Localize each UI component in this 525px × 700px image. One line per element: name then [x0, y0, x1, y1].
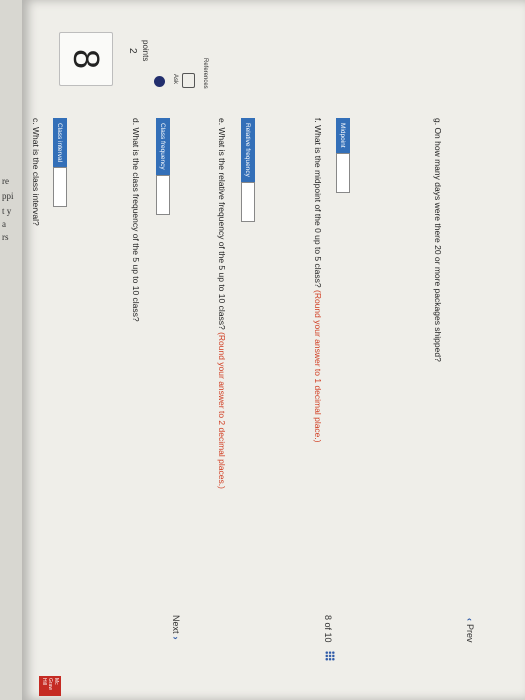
- chevron-right-icon: ›: [171, 636, 181, 640]
- question-d-text: d. What is the class frequency of the 5 …: [131, 118, 141, 322]
- prev-label: Prev: [465, 624, 475, 643]
- midpoint-input[interactable]: [336, 152, 350, 193]
- logo-line: Mc: [53, 678, 59, 685]
- publisher-logo: Mc Graw Hill: [39, 676, 61, 696]
- class-interval-label: Class interval: [53, 118, 67, 168]
- next-button[interactable]: Next ›: [171, 615, 181, 643]
- question-f-text: f. What is the midpoint of the 0 up to 5…: [313, 118, 323, 443]
- bg-fragment: re: [2, 176, 9, 186]
- ask-label[interactable]: Ask: [172, 74, 178, 84]
- references-label[interactable]: References: [202, 58, 208, 89]
- next-label: Next: [171, 615, 181, 634]
- question-number: 8: [66, 48, 107, 70]
- bg-fragment: rs: [2, 232, 9, 242]
- current-page: 8: [323, 615, 333, 621]
- class-frequency-input[interactable]: [156, 174, 170, 215]
- references-icon[interactable]: [182, 73, 195, 88]
- question-e-body: e. What is the relative frequency of the…: [217, 118, 227, 330]
- question-e-text: e. What is the relative frequency of the…: [217, 118, 227, 489]
- question-panel: 8 2 points Ask References c. What is the…: [22, 0, 525, 700]
- grid-icon[interactable]: [325, 651, 335, 662]
- background-window-strip: re ppi t y a rs: [0, 0, 22, 700]
- relative-frequency-label: Relative frequency: [241, 118, 255, 182]
- page-indicator: 8 of 10: [323, 615, 335, 662]
- question-f-hint: (Round your answer to 1 decimal place.): [313, 290, 323, 443]
- question-number-box: 8: [59, 32, 113, 86]
- ask-icon[interactable]: [154, 76, 165, 87]
- class-frequency-label: Class frequency: [156, 118, 170, 175]
- class-interval-field[interactable]: Class interval: [53, 118, 67, 208]
- page-total: of 10: [323, 622, 333, 643]
- class-frequency-field[interactable]: Class frequency: [156, 118, 170, 215]
- relative-frequency-input[interactable]: [241, 181, 255, 222]
- chevron-left-icon: ‹: [465, 618, 475, 621]
- relative-frequency-field[interactable]: Relative frequency: [241, 118, 255, 222]
- bg-fragment: a: [2, 219, 6, 229]
- question-c-text: c. What is the class interval?: [31, 118, 41, 226]
- browser-screen: 8 2 points Ask References c. What is the…: [22, 0, 525, 700]
- question-e-hint: (Round your answer to 2 decimal places.): [217, 332, 227, 489]
- bg-fragment: ppi: [2, 191, 14, 201]
- question-g-text: g. On how many days were there 20 or mor…: [433, 118, 443, 362]
- midpoint-label: Midpoint: [336, 118, 350, 153]
- prev-button[interactable]: ‹ Prev: [465, 615, 475, 643]
- points-value: 2: [127, 48, 138, 54]
- bg-fragment: t y: [2, 206, 12, 216]
- points-label: points: [141, 40, 150, 62]
- question-f-body: f. What is the midpoint of the 0 up to 5…: [313, 118, 323, 288]
- class-interval-input[interactable]: [53, 167, 67, 208]
- midpoint-field[interactable]: Midpoint: [336, 118, 350, 193]
- logo-line: Graw: [47, 678, 53, 690]
